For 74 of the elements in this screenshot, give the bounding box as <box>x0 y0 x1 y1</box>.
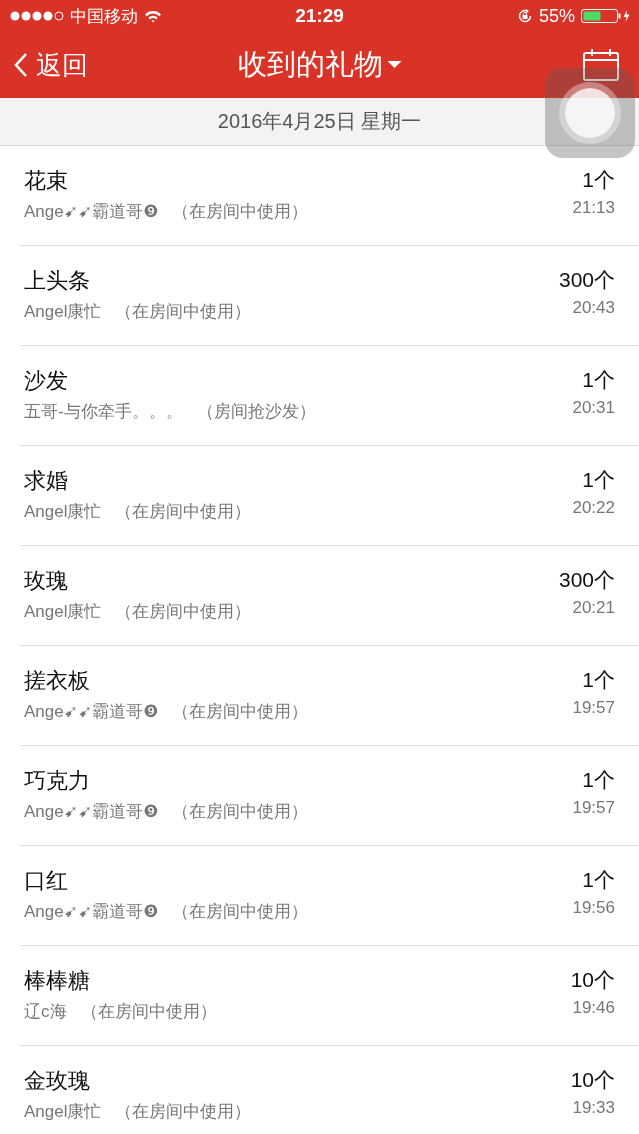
gift-time: 20:21 <box>572 598 615 618</box>
gift-count: 1个 <box>582 167 615 193</box>
sender-name: Angel康忙 <box>24 601 102 623</box>
gift-count: 10个 <box>570 1067 615 1093</box>
gift-name: 沙发 <box>24 367 69 395</box>
usage-note: （在房间中使用） <box>115 1101 252 1123</box>
gift-row[interactable]: 搓衣板 Ange➹➹霸道哥❾ （在房间中使用） 1个 19:57 <box>20 646 639 746</box>
gift-row[interactable]: 上头条 Angel康忙 （在房间中使用） 300个 20:43 <box>20 246 639 346</box>
gift-name: 口红 <box>24 867 69 895</box>
gift-time: 20:22 <box>572 498 615 518</box>
title-dropdown[interactable]: 收到的礼物 <box>238 45 401 85</box>
gift-name: 搓衣板 <box>24 667 91 695</box>
sender-name: 辽c海 <box>24 1001 67 1023</box>
sender-name: Ange➹➹霸道哥❾ <box>24 201 159 223</box>
battery-percent: 55% <box>538 5 575 27</box>
gift-count: 1个 <box>582 367 615 393</box>
gift-time: 19:33 <box>572 1098 615 1118</box>
gift-time: 20:31 <box>572 398 615 418</box>
gift-row[interactable]: 口红 Ange➹➹霸道哥❾ （在房间中使用） 1个 19:56 <box>20 846 639 946</box>
back-chevron-icon <box>14 52 28 78</box>
gift-time: 19:57 <box>572 798 615 818</box>
gift-row[interactable]: 巧克力 Ange➹➹霸道哥❾ （在房间中使用） 1个 19:57 <box>20 746 639 846</box>
gift-row[interactable]: 玫瑰 Angel康忙 （在房间中使用） 300个 20:21 <box>20 546 639 646</box>
sender-name: Ange➹➹霸道哥❾ <box>24 801 159 823</box>
gift-name: 玫瑰 <box>24 567 69 595</box>
gift-row[interactable]: 棒棒糖 辽c海 （在房间中使用） 10个 19:46 <box>20 946 639 1046</box>
sender-name: Angel康忙 <box>24 301 102 323</box>
gift-count: 1个 <box>582 867 615 893</box>
assistive-touch-button[interactable] <box>545 68 635 158</box>
usage-note: （在房间中使用） <box>172 701 309 723</box>
clock-time: 21:29 <box>294 5 345 27</box>
gift-count: 300个 <box>558 267 615 293</box>
gift-time: 19:57 <box>572 698 615 718</box>
gift-time: 20:43 <box>572 298 615 318</box>
gift-name: 上头条 <box>24 267 91 295</box>
caret-icon <box>387 61 401 69</box>
gift-row[interactable]: 金玫瑰 Angel康忙 （在房间中使用） 10个 19:33 <box>20 1046 639 1134</box>
gift-name: 巧克力 <box>24 767 91 795</box>
usage-note: （在房间中使用） <box>80 1001 217 1023</box>
usage-note: （在房间中使用） <box>172 901 309 923</box>
usage-note: （在房间中使用） <box>115 301 252 323</box>
gift-name: 求婚 <box>24 467 69 495</box>
back-button[interactable]: 返回 <box>14 47 88 83</box>
carrier-name: 中国移动 <box>70 5 138 28</box>
gift-row[interactable]: 求婚 Angel康忙 （在房间中使用） 1个 20:22 <box>20 446 639 546</box>
usage-note: （在房间中使用） <box>172 801 309 823</box>
sender-name: Ange➹➹霸道哥❾ <box>24 701 159 723</box>
gift-count: 1个 <box>582 767 615 793</box>
usage-note: （在房间中使用） <box>115 501 252 523</box>
sender-name: 五哥-与你牵手。。。 <box>24 401 183 423</box>
signal-icon <box>10 11 64 21</box>
gift-name: 花束 <box>24 167 69 195</box>
calendar-icon[interactable] <box>583 48 619 82</box>
gift-row[interactable]: 沙发 五哥-与你牵手。。。 （房间抢沙发） 1个 20:31 <box>20 346 639 446</box>
gift-name: 棒棒糖 <box>24 967 91 995</box>
sender-name: Ange➹➹霸道哥❾ <box>24 901 159 923</box>
gift-count: 10个 <box>570 967 615 993</box>
wifi-icon <box>144 9 162 23</box>
sender-name: Angel康忙 <box>24 1101 102 1123</box>
rotation-lock-icon <box>516 8 533 24</box>
gift-time: 21:13 <box>572 198 615 218</box>
gift-count: 300个 <box>558 567 615 593</box>
gift-count: 1个 <box>582 467 615 493</box>
usage-note: （在房间中使用） <box>172 201 309 223</box>
gift-count: 1个 <box>582 667 615 693</box>
battery-icon <box>581 8 631 24</box>
gift-name: 金玫瑰 <box>24 1067 91 1095</box>
usage-note: （房间抢沙发） <box>196 401 316 423</box>
sender-name: Angel康忙 <box>24 501 102 523</box>
gift-time: 19:56 <box>572 898 615 918</box>
usage-note: （在房间中使用） <box>115 601 252 623</box>
date-header: 2016年4月25日 星期一 <box>0 98 639 146</box>
gift-row[interactable]: 花束 Ange➹➹霸道哥❾ （在房间中使用） 1个 21:13 <box>20 146 639 246</box>
gift-time: 19:46 <box>572 998 615 1018</box>
